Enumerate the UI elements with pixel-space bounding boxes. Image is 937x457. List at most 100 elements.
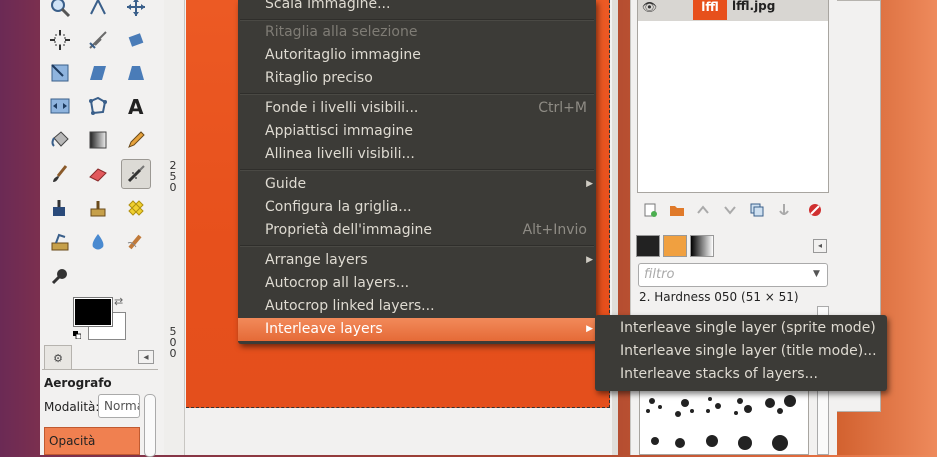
menu-item-label: Appiattisci immagine <box>265 123 414 139</box>
tool-options-scrollbar[interactable] <box>144 394 156 457</box>
menu-item-autocrop-all-layers[interactable]: Autocrop all layers... <box>238 272 596 295</box>
mode-select[interactable]: Norma <box>98 394 140 418</box>
opacity-slider[interactable]: Opacità <box>44 427 140 455</box>
smudge-tool-icon[interactable] <box>121 227 151 257</box>
layer-thumbnail: lffl <box>693 0 727 20</box>
bucket-fill-icon[interactable] <box>45 125 75 155</box>
selected-brush-label: 2. Hardness 050 (51 × 51) <box>639 290 799 304</box>
flip-tool-icon[interactable] <box>45 91 75 121</box>
mode-label: Modalità: <box>44 400 100 414</box>
duplicate-layer-icon[interactable] <box>747 200 767 220</box>
anchor-layer-icon[interactable] <box>774 200 794 220</box>
menu-item-label: Scala immagine... <box>265 0 391 12</box>
cage-tool-icon[interactable] <box>83 91 113 121</box>
measure-tool-icon[interactable] <box>83 0 113 22</box>
menu-item-label: Autocrop linked layers... <box>265 298 435 314</box>
submenu-item-stacks[interactable]: Interleave stacks of layers... <box>620 366 818 382</box>
perspective-tool-icon[interactable] <box>121 58 151 88</box>
menu-item-autocrop-image[interactable]: Autoritaglio immagine <box>238 44 596 67</box>
menu-item-label: Ritaglio preciso <box>265 70 373 86</box>
menu-item-guides[interactable]: Guide ▶ <box>238 173 596 196</box>
menu-item-crop-to-selection[interactable]: Ritaglia alla selezione <box>238 21 596 44</box>
menu-item-autocrop-linked-layers[interactable]: Autocrop linked layers... <box>238 295 596 318</box>
brush-filter-input[interactable]: filtro <box>638 263 828 287</box>
submenu-arrow-icon: ▶ <box>586 255 593 265</box>
menu-item-label: Configura la griglia... <box>265 199 412 215</box>
patterns-tab-icon[interactable] <box>663 235 687 257</box>
submenu-arrow-icon: ▶ <box>586 324 593 334</box>
menu-accelerator: Alt+Invio <box>522 222 587 238</box>
blend-tool-icon[interactable] <box>83 125 113 155</box>
menu-item-label: Autoritaglio immagine <box>265 47 421 63</box>
menu-item-image-properties[interactable]: Proprietà dell'immagine Alt+Invio <box>238 219 596 242</box>
clone-tool-icon[interactable] <box>83 193 113 223</box>
layer-name: lffl.jpg <box>732 0 776 13</box>
brushes-tab-icon[interactable] <box>636 235 660 257</box>
pencil-tool-icon[interactable] <box>121 125 151 155</box>
menu-item-label: Arrange layers <box>265 252 368 268</box>
crop-tool-icon[interactable] <box>83 25 113 55</box>
submenu-item-title-mode[interactable]: Interleave single layer (title mode)... <box>620 343 877 359</box>
chevron-down-icon[interactable]: ▼ <box>813 269 820 279</box>
menu-accelerator: Ctrl+M <box>538 100 587 116</box>
dodge-burn-icon[interactable] <box>45 261 75 291</box>
new-layer-group-icon[interactable] <box>667 200 687 220</box>
paintbrush-tool-icon[interactable] <box>45 159 75 189</box>
menu-item-align-visible-layers[interactable]: Allinea livelli visibili... <box>238 143 596 166</box>
blur-tool-icon[interactable] <box>83 227 113 257</box>
zoom-tool-icon[interactable] <box>45 0 75 22</box>
menu-item-merge-visible-layers[interactable]: Fonde i livelli visibili... Ctrl+M <box>238 97 596 120</box>
menu-separator <box>240 93 594 95</box>
scale-tool-icon[interactable] <box>45 58 75 88</box>
shear-tool-icon[interactable] <box>83 58 113 88</box>
vertical-ruler: 2 5 0 5 0 0 <box>164 0 185 455</box>
menu-item-interleave-layers[interactable]: Interleave layers ▶ <box>238 318 596 341</box>
heal-tool-icon[interactable] <box>121 193 151 223</box>
interleave-layers-submenu: Interleave single layer (sprite mode) In… <box>595 315 887 391</box>
move-tool-icon[interactable] <box>121 0 151 22</box>
image-menu: Scala immagine... Ritaglia alla selezion… <box>238 0 596 344</box>
align-tool-icon[interactable] <box>45 25 75 55</box>
toolbox-panel: A ⇄ ⚙ ◂ Aerografo Modalità: Norm Opacità <box>40 0 165 457</box>
submenu-item-sprite-mode[interactable]: Interleave single layer (sprite mode) <box>620 320 876 336</box>
swap-colors-icon[interactable]: ⇄ <box>114 295 123 308</box>
foreground-color-swatch[interactable] <box>73 297 113 327</box>
menu-item-label: Ritaglia alla selezione <box>265 24 418 40</box>
raise-layer-icon[interactable] <box>693 200 713 220</box>
ruler-label: 0 <box>169 347 177 360</box>
new-layer-icon[interactable] <box>640 200 660 220</box>
layers-list[interactable] <box>637 0 829 193</box>
menu-item-scale-image[interactable]: Scala immagine... <box>238 0 596 16</box>
tool-options-title: Aerografo <box>44 376 112 390</box>
eraser-tool-icon[interactable] <box>83 159 113 189</box>
tool-options-tab-icon[interactable]: ⚙ <box>44 345 72 370</box>
delete-layer-icon[interactable] <box>805 200 825 220</box>
svg-text:A: A <box>128 95 144 117</box>
ink-tool-icon[interactable] <box>45 193 75 223</box>
menu-item-label: Guide <box>265 176 307 192</box>
rotate-tool-icon[interactable] <box>121 25 151 55</box>
airbrush-tool-icon[interactable] <box>121 159 151 189</box>
menu-item-flatten-image[interactable]: Appiattisci immagine <box>238 120 596 143</box>
menu-separator <box>240 245 594 247</box>
ruler-label: 0 <box>169 181 177 194</box>
brush-grid[interactable] <box>639 380 809 455</box>
tab-menu-icon[interactable]: ◂ <box>138 350 154 364</box>
text-tool-icon[interactable]: A <box>121 91 151 121</box>
menu-item-zealous-crop[interactable]: Ritaglio preciso <box>238 67 596 90</box>
menu-item-label: Autocrop all layers... <box>265 275 410 291</box>
reset-colors-icon[interactable] <box>73 327 82 340</box>
visibility-eye-icon[interactable]: 👁 <box>642 0 657 14</box>
menu-separator <box>240 169 594 171</box>
menu-item-arrange-layers[interactable]: Arrange layers ▶ <box>238 249 596 272</box>
opacity-label: Opacità <box>49 434 96 448</box>
menu-item-label: Interleave layers <box>265 321 383 337</box>
gradients-tab-icon[interactable] <box>690 235 714 257</box>
menu-item-label: Proprietà dell'immagine <box>265 222 433 238</box>
perspective-clone-icon[interactable] <box>45 227 75 257</box>
dock-tab-menu-icon[interactable]: ◂ <box>813 239 827 253</box>
submenu-arrow-icon: ▶ <box>586 179 593 189</box>
menu-item-label: Allinea livelli visibili... <box>265 146 415 162</box>
lower-layer-icon[interactable] <box>720 200 740 220</box>
menu-item-configure-grid[interactable]: Configura la griglia... <box>238 196 596 219</box>
